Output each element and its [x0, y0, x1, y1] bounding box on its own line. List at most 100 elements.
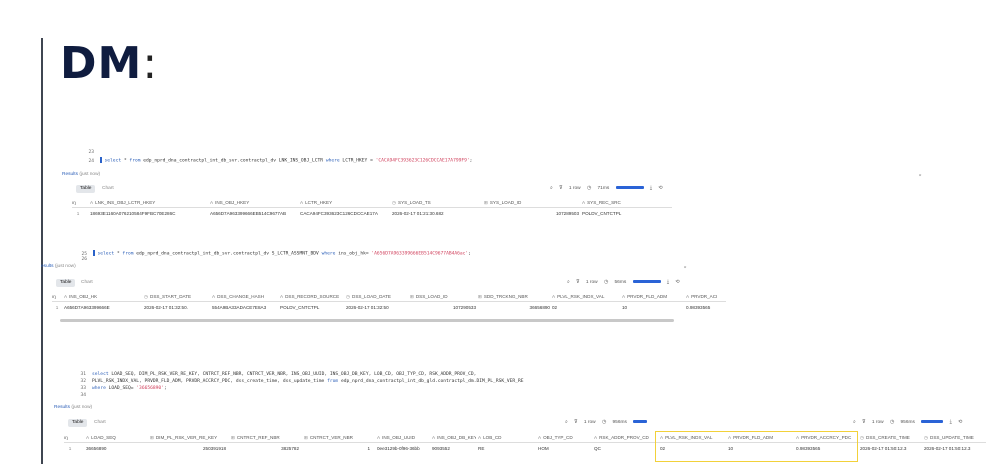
code-line[interactable]: 25 select * from edp_nprd_dna_contractpl_…	[73, 250, 471, 258]
column-header[interactable]: ⊞ SYS_LOAD_ID	[484, 198, 579, 208]
table-cell[interactable]: A656D7A963399666E	[64, 303, 142, 313]
table-row[interactable]: 1 18693E1160A076210584F9FBC70E286C A656D7A…	[72, 209, 672, 219]
tab-chart[interactable]: Chart	[77, 279, 97, 287]
tab-table[interactable]: Table	[68, 419, 88, 427]
sql-keyword: where	[321, 251, 336, 257]
column-header[interactable]: ıŋ	[72, 198, 84, 208]
collapse-icon[interactable]: ⌅	[683, 264, 687, 270]
table-cell[interactable]: 250391918	[150, 444, 226, 454]
tab-table[interactable]: Table	[76, 185, 96, 193]
column-header[interactable]: ◷ DSS_CREATE_TIME	[860, 433, 922, 443]
filter-icon[interactable]: ⊽	[576, 280, 580, 285]
code-line[interactable]: 26	[73, 257, 93, 263]
line-number: 33	[80, 386, 86, 391]
table-cell[interactable]: RE	[478, 444, 534, 454]
column-header[interactable]: A LOB_CD	[478, 433, 534, 443]
table-cell[interactable]: 0ee3129b-0f96-36bb	[377, 444, 429, 454]
filter-icon[interactable]: ⊽	[574, 420, 578, 425]
column-header[interactable]: ⊞ CNTRCT_VER_NBR	[304, 433, 370, 443]
table-row[interactable]: 1 A656D7A963399666E 2026-02-17 01:32:50. 55…	[52, 303, 726, 313]
table-cell[interactable]: 36656890	[478, 303, 550, 313]
tab-table[interactable]: Table	[56, 279, 76, 287]
code-line[interactable]: 24 select * from edp_nprd_dna_contractpl_…	[80, 157, 472, 165]
highlight-box	[655, 431, 858, 462]
table-cell[interactable]: 107290533	[410, 303, 476, 313]
table-cell[interactable]: 2026-02-17 01:32:50	[346, 303, 408, 313]
download-icon[interactable]: ⤓	[667, 280, 669, 285]
column-header[interactable]: A OBJ_TYP_CD	[538, 433, 590, 443]
filter-icon[interactable]: ⊽	[862, 420, 866, 425]
column-header[interactable]: ◷ DSS_START_DATE	[144, 292, 210, 302]
table-cell[interactable]: 2026-02-17 01:50:12.3	[924, 444, 986, 454]
table-cell[interactable]: 107289503	[484, 209, 579, 219]
search-icon[interactable]: ⌕	[550, 186, 553, 191]
search-icon[interactable]: ⌕	[565, 420, 568, 425]
search-icon[interactable]: ⌕	[853, 420, 856, 425]
table-cell[interactable]: HOM	[538, 444, 590, 454]
table-cell[interactable]: 18693E1160A076210584F9FBC70E286C	[90, 209, 208, 219]
column-header[interactable]: A INS_OBJ_HK	[64, 292, 142, 302]
column-header[interactable]: A SYS_REC_SRC	[582, 198, 672, 208]
column-header[interactable]: A PRVDR_FLD_ADM	[622, 292, 684, 302]
run-marker	[100, 157, 102, 163]
tab-chart[interactable]: Chart	[98, 185, 118, 193]
table-cell[interactable]: 554A9BA33ADACE7E8A3	[212, 303, 278, 313]
download-icon[interactable]: ⤓	[650, 186, 652, 191]
tab-chart[interactable]: Chart	[90, 419, 110, 427]
column-header[interactable]: A PLVL_RSK_INDX_VAL	[552, 292, 620, 302]
table-cell[interactable]: A656D7A963399666EB514C9677AB	[210, 209, 298, 219]
code-line[interactable]: 34	[72, 393, 92, 399]
column-header[interactable]: ⊞ CNTRCT_REF_NBR	[231, 433, 299, 443]
column-header[interactable]: A DSS_CHANGE_HASH	[212, 292, 278, 302]
column-header[interactable]: ◷ DSS_UPDATE_TIME	[924, 433, 986, 443]
horizontal-scrollbar[interactable]	[60, 319, 674, 322]
table-cell[interactable]: POLDV_CNTCTPL	[582, 209, 672, 219]
code-line[interactable]: 31 select LOAD_SEQ, DIM_PL_RSK_VER_RE_KEY…	[72, 372, 476, 378]
results-toolbar: ⌕ ⊽ 1 row ◷ 71ms ⤓ ⟲	[550, 185, 667, 193]
column-type-icon: A	[432, 435, 436, 440]
column-header[interactable]: A LCTR_HKEY	[300, 198, 390, 208]
table-cell[interactable]: QC	[594, 444, 654, 454]
column-header[interactable]: A PRVDR_ACI	[686, 292, 726, 302]
table-cell[interactable]: 0.98393565	[686, 303, 726, 313]
sql-text: LCTR_HKEY =	[339, 158, 376, 164]
column-header[interactable]: ıŋ	[52, 292, 62, 302]
column-header[interactable]: A INS_OBJ_DB_KEY	[432, 433, 476, 443]
table-cell[interactable]: CACA94FC393623C126CDCCAE17A	[300, 209, 390, 219]
column-header[interactable]: ⊞ DIM_PL_RSK_VER_RE_KEY	[150, 433, 226, 443]
sql-text: ;	[468, 251, 471, 257]
column-header[interactable]: A RSK_ADDR_PROV_CD	[594, 433, 654, 443]
column-header[interactable]: A INS_OBJ_UUID	[377, 433, 429, 443]
column-header[interactable]: ıŋ	[64, 433, 76, 443]
table-cell[interactable]: 2026-02-17 01:21:30.682	[392, 209, 482, 219]
table-cell[interactable]: 1	[304, 444, 370, 454]
search-icon[interactable]: ⌕	[567, 280, 570, 285]
history-icon[interactable]: ⟲	[958, 420, 962, 425]
code-line[interactable]: 33 where LOAD_SEQ= '36656890';	[72, 386, 167, 392]
timing-bar	[633, 420, 648, 423]
table-cell[interactable]: 3825782	[231, 444, 299, 454]
column-header[interactable]: ⊞ DSS_LOAD_ID	[410, 292, 476, 302]
history-icon[interactable]: ⟲	[675, 280, 679, 285]
code-line[interactable]: 23	[80, 150, 100, 156]
filter-icon[interactable]: ⊽	[559, 186, 563, 191]
table-cell[interactable]: POLDV_CNTCTPL	[280, 303, 344, 313]
column-header[interactable]: A INS_OBJ_HKEY	[210, 198, 298, 208]
code-line[interactable]: 32 PLVL_RSK_INDX_VAL, PRVDR_FLD_ADM, PRVD…	[72, 379, 523, 385]
download-icon[interactable]: ⤓	[950, 420, 952, 425]
table-cell[interactable]: 2026-02-17 01:50:12.3	[860, 444, 922, 454]
column-header[interactable]: ⊞ SDD_TRCKNG_NBR	[478, 292, 550, 302]
column-header[interactable]: ◷ SYS_LOAD_TS	[392, 198, 482, 208]
table-cell[interactable]: 02	[552, 303, 620, 313]
table-cell[interactable]: 2026-02-17 01:32:50.	[144, 303, 210, 313]
sql-text: ;	[163, 386, 167, 391]
column-header[interactable]: A DSS_RECORD_SOURCE	[280, 292, 344, 302]
table-cell[interactable]: 10	[622, 303, 684, 313]
column-header[interactable]: ◷ DSS_LOAD_DATE	[346, 292, 408, 302]
collapse-icon[interactable]: ⌅	[918, 172, 922, 178]
history-icon[interactable]: ⟲	[658, 186, 662, 191]
column-header[interactable]: A LNK_INS_OBJ_LCTR_HKEY	[90, 198, 208, 208]
column-header[interactable]: A LOAD_SEQ	[86, 433, 146, 443]
table-cell[interactable]: 36656890	[86, 444, 146, 454]
table-cell[interactable]: 9093552	[432, 444, 476, 454]
